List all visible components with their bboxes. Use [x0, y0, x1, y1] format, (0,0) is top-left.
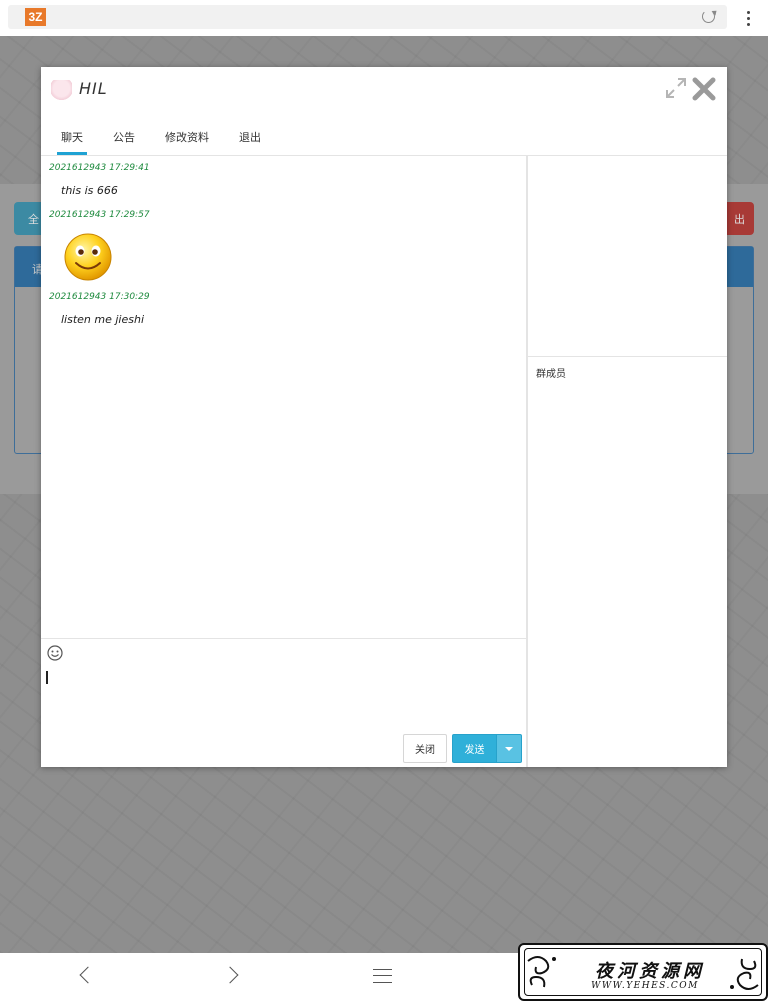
close-icon[interactable]	[691, 76, 717, 102]
tab-bar: 聊天 公告 修改资料 退出	[57, 117, 287, 155]
send-options-dropdown[interactable]	[497, 734, 522, 763]
reload-icon[interactable]	[702, 10, 715, 23]
watermark-url: WWW.YEHES.COM	[591, 981, 699, 991]
group-avatar	[51, 80, 72, 101]
text-caret	[46, 671, 48, 684]
modal-title: HIL	[79, 79, 108, 98]
forward-icon[interactable]	[221, 966, 239, 984]
message-text: this is 666	[61, 184, 118, 197]
message-text: listen me jieshi	[61, 313, 145, 326]
more-options-icon[interactable]	[742, 11, 754, 27]
message-composer: 关闭 发送	[41, 638, 527, 767]
message-timestamp: 2021612943 17:30:29	[49, 292, 150, 302]
send-button[interactable]: 发送	[452, 734, 497, 763]
background-right-button: 出	[726, 202, 754, 235]
smiley-face-icon	[64, 233, 112, 281]
message-list[interactable]: 2021612943 17:29:41 this is 666 20216129…	[41, 156, 527, 638]
maximize-icon[interactable]	[665, 77, 687, 99]
message-timestamp: 2021612943 17:29:41	[49, 163, 150, 173]
site-logo: 3Z	[25, 8, 46, 26]
back-icon[interactable]	[79, 966, 97, 984]
tab-chat[interactable]: 聊天	[57, 117, 87, 155]
group-members-label: 群成员	[536, 369, 566, 380]
tab-announcement[interactable]: 公告	[109, 117, 139, 155]
group-members-panel: 群成员	[527, 357, 727, 767]
message-input[interactable]	[45, 667, 521, 727]
group-info-panel	[527, 156, 727, 357]
chat-modal: HIL 聊天 公告 修改资料 退出 2021612943 17:29:41 th…	[41, 67, 727, 767]
background-left-button: 全	[14, 202, 44, 235]
watermark-logo: 夜河资源网 WWW.YEHES.COM	[518, 943, 768, 1001]
watermark-title: 夜河资源网	[595, 961, 705, 982]
background-left-button-label: 全	[28, 213, 39, 226]
message-timestamp: 2021612943 17:29:57	[49, 210, 150, 220]
address-bar[interactable]: 3Z	[8, 5, 727, 29]
tab-edit-profile[interactable]: 修改资料	[161, 117, 213, 155]
close-button[interactable]: 关闭	[403, 734, 447, 763]
tab-exit[interactable]: 退出	[235, 117, 265, 155]
browser-toolbar: 3Z	[0, 0, 768, 36]
emoji-icon[interactable]	[47, 645, 63, 661]
menu-icon[interactable]	[373, 969, 392, 983]
